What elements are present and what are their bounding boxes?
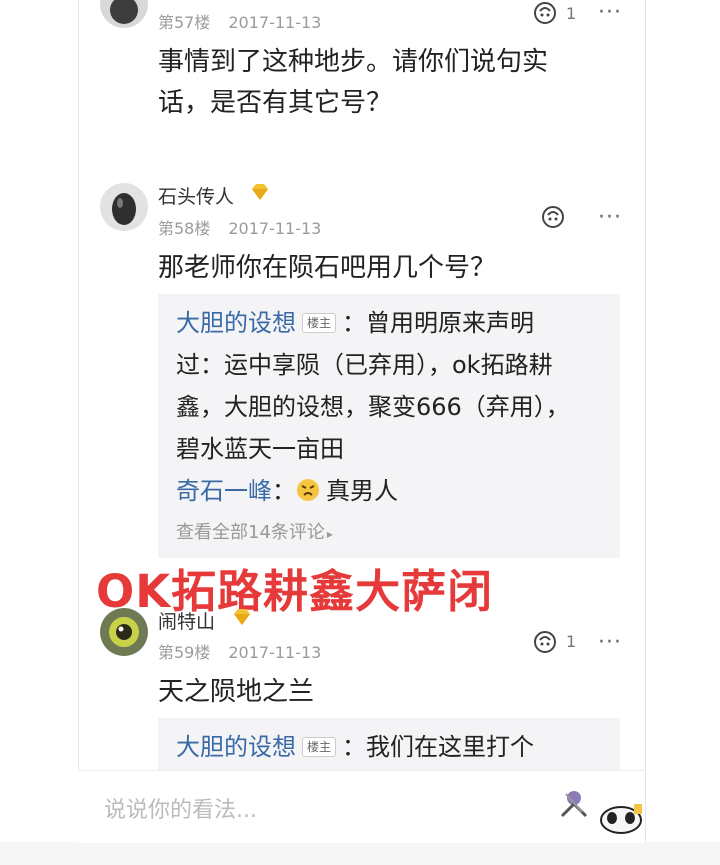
comment-meta: 第59楼 2017-11-13 [158,639,321,663]
angry-emoji-icon [297,479,319,501]
reply-line: 过：运中享陨（已弃用），ok拓路耕 [176,351,553,379]
comment-content: 那老师你在陨石吧用几个号？ [158,253,497,283]
reply-line: 奇石一峰： 真男人 [176,470,606,512]
sticker-icon[interactable] [556,786,592,822]
view-all-replies-link[interactable]: 查看全部14条评论 ▸ [176,518,333,544]
reply-text: ：曾用明原来声明 [342,309,535,337]
reply-separator: ： [272,477,296,505]
vip-diamond-icon [234,609,250,625]
comment-date: 2017-11-13 [228,13,322,32]
like-icon[interactable] [532,630,558,654]
overlay-caption: OK拓路耕鑫大萨闭 [96,565,494,618]
more-icon[interactable]: ··· [598,207,622,229]
reply-line: 碧水蓝天一亩田 [176,435,344,463]
comment-line: 话，是否有其它号？ [158,88,393,118]
bottom-strip [0,842,720,865]
reply-nickname[interactable]: 奇石一峰 [176,477,272,505]
comment-content: 天之陨地之兰 [158,677,315,707]
emoji-panda-icon[interactable] [598,800,644,834]
like-count: 1 [566,4,577,23]
reply-line: 大胆的设想 楼主 ：曾用明原来声明 [176,302,606,344]
like-icon[interactable] [532,1,558,25]
reply-item: 大胆的设想 楼主 ：曾用明原来声明 过：运中享陨（已弃用），ok拓路耕 鑫，大胆的设… [176,302,606,512]
like-icon[interactable] [540,205,566,229]
op-badge: 楼主 [302,737,337,757]
comment-line: 事情到了这种地步。请你们说句实 [158,47,549,77]
floor-number: 第58楼 [158,219,211,238]
avatar[interactable] [100,608,148,656]
reply-text: 真男人 [326,477,398,505]
comment-meta: 第57楼 2017-11-13 [158,9,321,33]
chevron-right-icon: ▸ [326,527,333,541]
comment-date: 2017-11-13 [228,643,322,662]
reply-nickname[interactable]: 大胆的设想 [176,309,296,337]
vip-diamond-icon [252,184,268,200]
like-count: 1 [566,632,577,651]
reply-text: ：我们在这里打个 [342,733,535,761]
comment-input[interactable]: 说说你的看法... [104,792,257,824]
more-icon[interactable]: ··· [598,2,622,24]
floor-number: 第59楼 [158,643,211,662]
op-badge: 楼主 [302,313,337,333]
reply-item: 大胆的设想 楼主 ：我们在这里打个 [176,726,534,768]
reply-nickname[interactable]: 大胆的设想 [176,733,296,761]
more-icon[interactable]: ··· [598,632,622,654]
username[interactable]: 石头传人 [158,182,234,209]
floor-number: 第57楼 [158,13,211,32]
username[interactable]: 闹特山 [158,607,215,634]
comment-meta: 第58楼 2017-11-13 [158,215,321,239]
avatar[interactable] [100,183,148,231]
comment-date: 2017-11-13 [228,219,322,238]
comment-content: 事情到了这种地步。请你们说句实 话，是否有其它号？ [158,42,548,124]
reply-line: 鑫，大胆的设想，聚变666（弃用）， [176,393,570,421]
